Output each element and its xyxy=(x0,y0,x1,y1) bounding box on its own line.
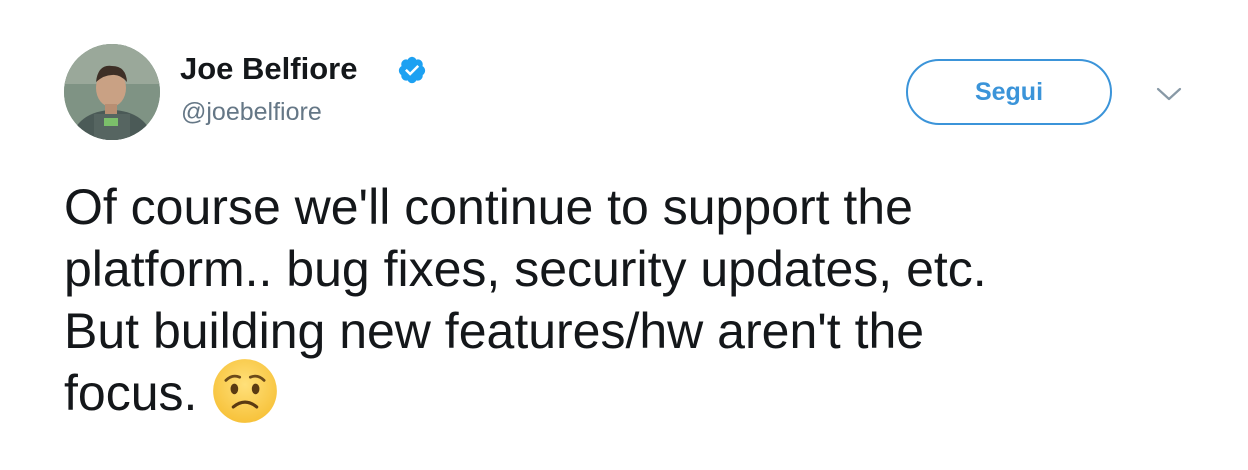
verified-badge-icon xyxy=(398,56,426,84)
tweet-text-line: platform.. bug fixes, security updates, … xyxy=(64,241,987,297)
tweet-text-line: focus. xyxy=(64,365,198,421)
avatar-photo xyxy=(64,44,160,140)
display-name[interactable]: Joe Belfiore xyxy=(180,51,357,87)
screen-name[interactable]: @joebelfiore xyxy=(181,97,322,127)
avatar[interactable] xyxy=(64,44,160,140)
tweet-text-line: But building new features/hw aren't the xyxy=(64,303,925,359)
tweet-text: Of course we'll continue to support the … xyxy=(64,176,1184,431)
follow-button[interactable]: Segui xyxy=(906,59,1112,125)
tweet-text-last-line: focus. xyxy=(64,358,1184,431)
worried-face-emoji xyxy=(213,358,278,423)
tweet-text-line: Of course we'll continue to support the xyxy=(64,179,913,235)
tweet-card: Joe Belfiore @joebelfiore Segui Of cours… xyxy=(0,0,1248,470)
chevron-down-icon[interactable] xyxy=(1155,85,1183,103)
